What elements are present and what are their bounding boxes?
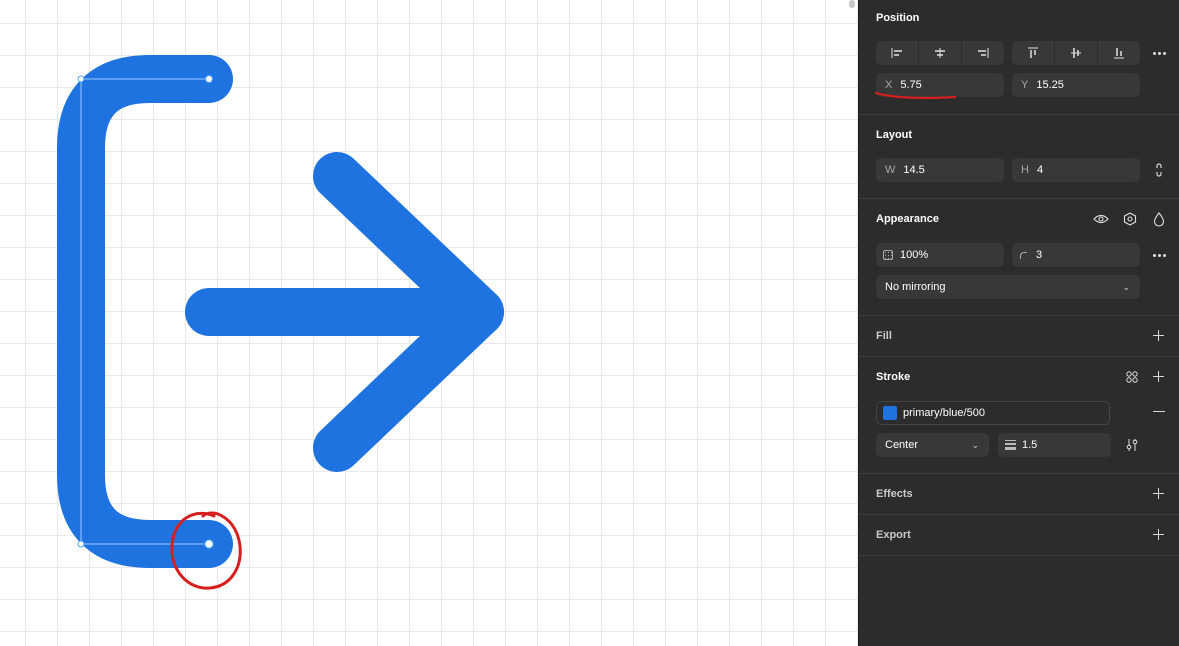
- position-title: Position: [876, 12, 920, 24]
- align-left-icon[interactable]: [876, 41, 919, 65]
- appearance-section: Appearance 100% 3 No mirroring ⌄: [859, 199, 1179, 316]
- annotation-underline: [874, 91, 957, 100]
- selection-handle[interactable]: [77, 540, 85, 548]
- design-canvas[interactable]: [0, 0, 858, 646]
- layout-section: Layout W 14.5 H 4: [859, 115, 1179, 199]
- add-fill-plus-icon[interactable]: [1150, 327, 1168, 345]
- y-label: Y: [1021, 79, 1029, 91]
- w-label: W: [885, 164, 896, 176]
- align-horizontal-center-icon[interactable]: [919, 41, 962, 65]
- corner-radius-field[interactable]: 3: [1012, 243, 1140, 267]
- corner-radius-value[interactable]: 3: [1036, 249, 1042, 261]
- remove-stroke-minus-icon[interactable]: [1150, 403, 1168, 421]
- chevron-down-icon: ⌄: [971, 440, 979, 450]
- vertical-scrollbar[interactable]: [849, 0, 855, 8]
- vertical-align-group: [1012, 41, 1140, 65]
- opacity-field[interactable]: 100%: [876, 243, 1004, 267]
- add-export-plus-icon[interactable]: [1150, 526, 1168, 544]
- opacity-value[interactable]: 100%: [900, 249, 928, 261]
- stroke-position-dropdown[interactable]: Center ⌄: [876, 433, 989, 457]
- opacity-icon: [883, 250, 893, 260]
- align-vertical-center-icon[interactable]: [1055, 41, 1098, 65]
- selection-handle[interactable]: [205, 75, 213, 83]
- fill-title: Fill: [876, 330, 892, 342]
- stroke-section: Stroke primary/blue/500 Center ⌄ 1.5: [859, 357, 1179, 474]
- appearance-more-icon[interactable]: [1150, 246, 1168, 264]
- horizontal-align-group: [876, 41, 1004, 65]
- position-section: Position X 5.75 Y 15.25: [859, 0, 1179, 115]
- stroke-weight-value[interactable]: 1.5: [1022, 439, 1037, 451]
- align-top-icon[interactable]: [1012, 41, 1055, 65]
- stroke-weight-icon: [1005, 440, 1016, 450]
- properties-panel: Position X 5.75 Y 15.25 Layout W 14.5 H …: [858, 0, 1179, 646]
- corner-radius-icon: [1020, 251, 1027, 259]
- add-stroke-plus-icon[interactable]: [1150, 368, 1168, 386]
- align-bottom-icon[interactable]: [1098, 41, 1140, 65]
- add-effect-plus-icon[interactable]: [1150, 485, 1168, 503]
- styles-grid-icon[interactable]: [1123, 368, 1141, 386]
- drop-icon[interactable]: [1150, 210, 1168, 228]
- chevron-down-icon: ⌄: [1122, 282, 1130, 292]
- canvas-artwork: [57, 55, 504, 590]
- y-value[interactable]: 15.25: [1036, 79, 1064, 91]
- width-field[interactable]: W 14.5: [876, 158, 1004, 182]
- mirroring-dropdown[interactable]: No mirroring ⌄: [876, 275, 1140, 299]
- stroke-title: Stroke: [876, 371, 911, 383]
- align-right-icon[interactable]: [962, 41, 1004, 65]
- more-options-icon[interactable]: [1150, 44, 1168, 62]
- w-value[interactable]: 14.5: [903, 164, 924, 176]
- stroke-color-name: primary/blue/500: [903, 407, 985, 419]
- height-field[interactable]: H 4: [1012, 158, 1140, 182]
- selection-handle[interactable]: [77, 75, 85, 83]
- layout-title: Layout: [876, 129, 913, 141]
- stroke-position-value: Center: [885, 439, 919, 451]
- stroke-weight-field[interactable]: 1.5: [998, 433, 1111, 457]
- y-field[interactable]: Y 15.25: [1012, 73, 1140, 97]
- h-label: H: [1021, 164, 1029, 176]
- stroke-color-field[interactable]: primary/blue/500: [876, 401, 1110, 425]
- effects-section: Effects: [859, 474, 1179, 515]
- mirroring-value: No mirroring: [885, 281, 946, 293]
- stroke-color-swatch[interactable]: [883, 406, 897, 420]
- fill-section: Fill: [859, 316, 1179, 357]
- selected-vertex-handle[interactable]: [203, 538, 215, 550]
- appearance-title: Appearance: [876, 213, 939, 225]
- eye-icon[interactable]: [1092, 210, 1110, 228]
- effects-title: Effects: [876, 488, 913, 500]
- export-section: Export: [859, 515, 1179, 556]
- stroke-settings-icon[interactable]: [1123, 436, 1141, 454]
- blend-mode-icon[interactable]: [1121, 210, 1139, 228]
- export-title: Export: [876, 529, 911, 541]
- constrain-proportions-icon[interactable]: [1150, 161, 1168, 179]
- h-value[interactable]: 4: [1037, 164, 1043, 176]
